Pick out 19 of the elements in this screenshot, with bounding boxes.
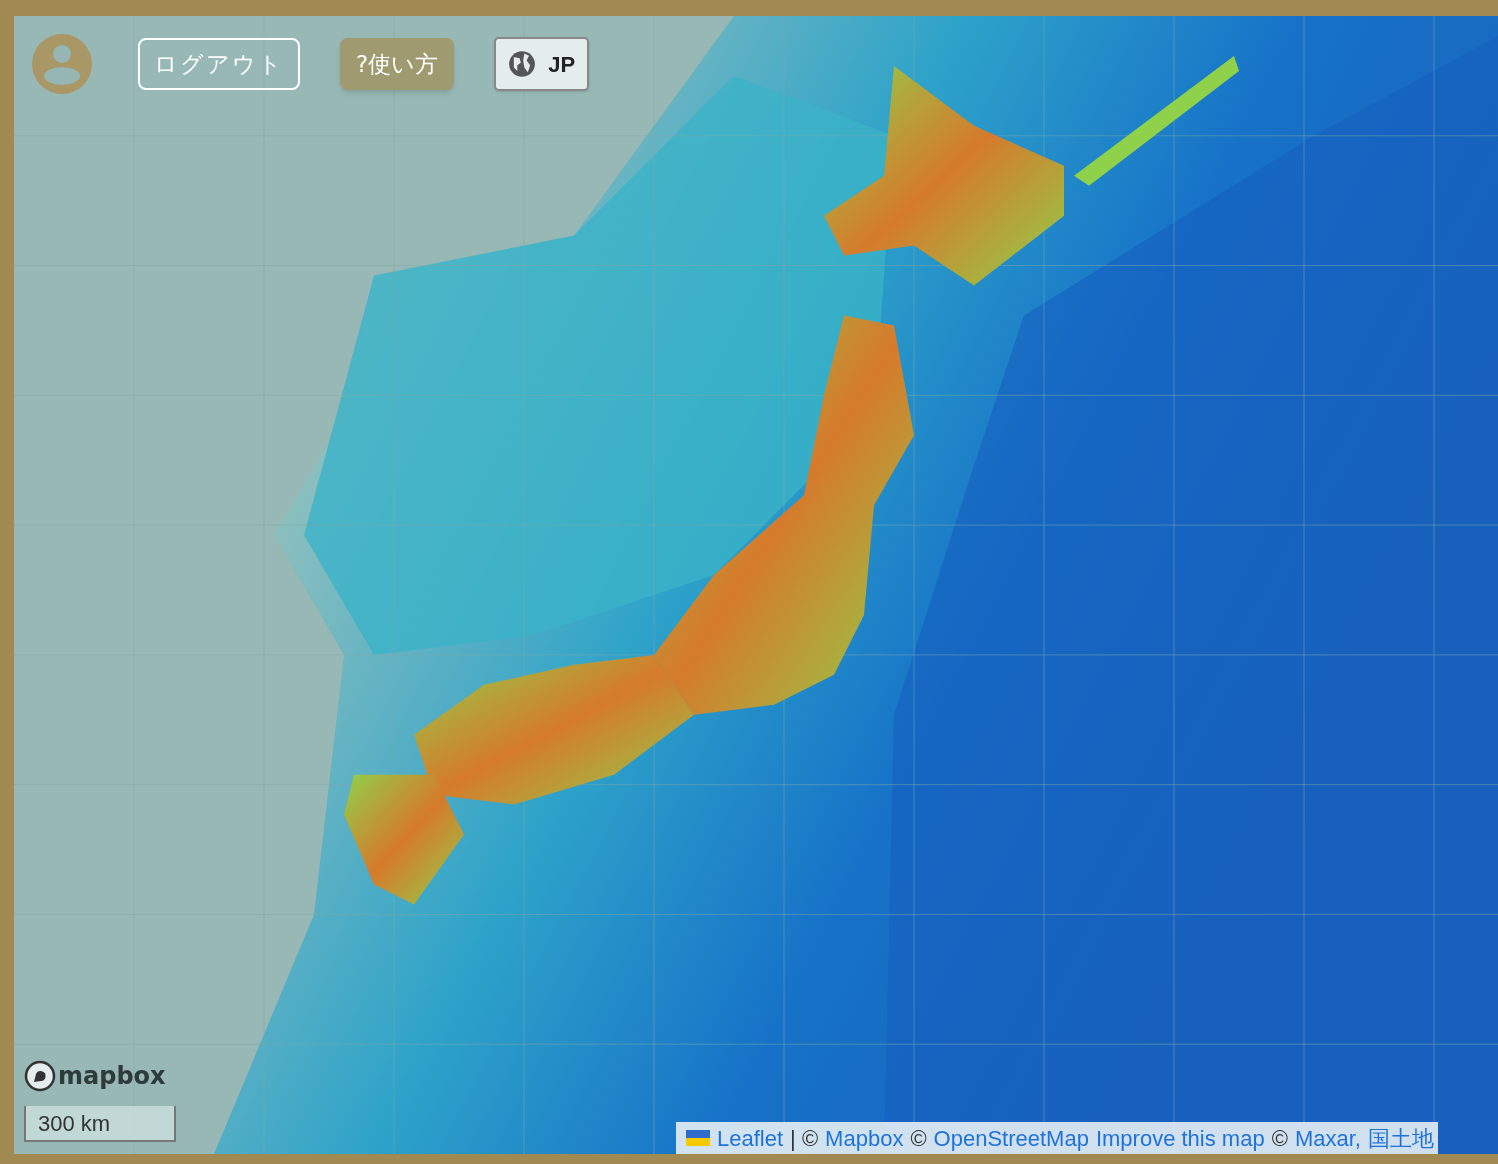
help-button[interactable]: ?使い方	[340, 38, 455, 90]
attribution-link[interactable]: Mapbox	[825, 1121, 904, 1154]
logout-button[interactable]: ログアウト	[138, 38, 300, 90]
language-button[interactable]: JP	[494, 37, 590, 91]
attribution-text: ©	[1271, 1124, 1288, 1153]
globe-icon	[508, 50, 537, 78]
attribution-text: | ©	[790, 1124, 819, 1153]
attribution-text: ©	[910, 1124, 927, 1153]
attribution-link[interactable]: OpenStreetMap	[933, 1121, 1089, 1154]
user-avatar-icon[interactable]	[32, 34, 92, 94]
attribution-link[interactable]: Maxar,	[1294, 1121, 1361, 1154]
attribution-link[interactable]: 国土地	[1367, 1121, 1434, 1154]
mapbox-wordmark: mapbox	[58, 1061, 166, 1092]
ukraine-flag-icon	[686, 1130, 710, 1146]
scale-bar: 300 km	[24, 1106, 176, 1142]
attribution-link[interactable]: Improve this map	[1095, 1121, 1265, 1154]
mapbox-logo-icon	[24, 1060, 56, 1092]
attribution-link[interactable]: Leaflet	[717, 1121, 784, 1154]
map-view[interactable]: ログアウト ?使い方 JP mapbox 300 km Leaflet | © Mapbox © OpenStreetMap Improve this map © Maxar, 国土地	[14, 16, 1498, 1154]
